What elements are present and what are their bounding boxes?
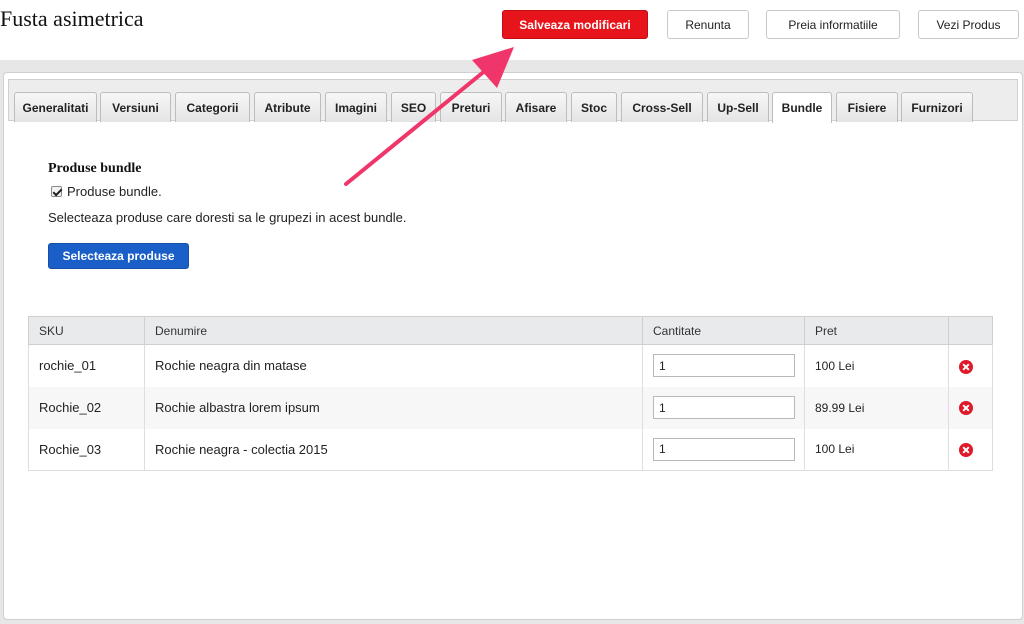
row-qty-cell (642, 386, 805, 429)
bundle-checkbox-row: Produse bundle. (51, 183, 162, 199)
tab-up-sell[interactable]: Up-Sell (707, 92, 769, 122)
table-row: rochie_01 Rochie neagra din matase 100 L… (28, 344, 993, 387)
tab-atribute[interactable]: Atribute (254, 92, 321, 122)
column-header-pret: Pret (804, 316, 949, 345)
quantity-input[interactable] (653, 437, 795, 461)
select-products-button[interactable]: Selecteaza produse (48, 243, 189, 269)
row-remove-cell (948, 428, 993, 471)
row-name: Rochie neagra - colectia 2015 (144, 428, 643, 471)
row-sku: Rochie_02 (28, 386, 145, 429)
bundle-products-table: SKU Denumire Cantitate Pret rochie_01 Ro… (28, 316, 993, 471)
tab-versiuni[interactable]: Versiuni (100, 92, 171, 122)
row-price: 100 Lei (804, 344, 949, 387)
tab-generalitati[interactable]: Generalitati (14, 92, 97, 122)
table-row: Rochie_03 Rochie neagra - colectia 2015 … (28, 428, 993, 471)
table-header-row: SKU Denumire Cantitate Pret (28, 316, 993, 345)
view-product-button[interactable]: Vezi Produs (918, 10, 1019, 39)
tab-seo[interactable]: SEO (391, 92, 436, 122)
bundle-checkbox[interactable] (51, 185, 62, 197)
instruction-text: Selecteaza produse care doresti sa le gr… (48, 210, 407, 225)
column-header-cantitate: Cantitate (642, 316, 805, 345)
table-row: Rochie_02 Rochie albastra lorem ipsum 89… (28, 386, 993, 429)
quantity-input[interactable] (653, 354, 795, 378)
row-remove-cell (948, 386, 993, 429)
quantity-input[interactable] (653, 396, 795, 419)
column-header-denumire: Denumire (144, 316, 643, 345)
column-header-sku: SKU (28, 316, 145, 345)
page-title: Fusta asimetrica (0, 6, 144, 31)
tab-categorii[interactable]: Categorii (175, 92, 250, 122)
product-editor-panel: Generalitati Versiuni Categorii Atribute… (3, 72, 1023, 620)
row-sku: rochie_01 (28, 344, 145, 387)
row-name: Rochie neagra din matase (144, 344, 643, 387)
row-name: Rochie albastra lorem ipsum (144, 386, 643, 429)
row-price: 89.99 Lei (804, 386, 949, 429)
tab-fisiere[interactable]: Fisiere (836, 92, 898, 122)
row-qty-cell (642, 428, 805, 471)
row-qty-cell (642, 344, 805, 387)
section-heading: Produse bundle (48, 161, 142, 176)
row-remove-cell (948, 344, 993, 387)
tab-imagini[interactable]: Imagini (325, 92, 387, 122)
fetch-info-button[interactable]: Preia informatiile (766, 10, 900, 39)
bundle-checkbox-label: Produse bundle. (67, 183, 162, 199)
tab-cross-sell[interactable]: Cross-Sell (621, 92, 703, 122)
close-circle-icon[interactable] (959, 359, 973, 374)
cancel-button[interactable]: Renunta (667, 10, 749, 39)
tab-furnizori[interactable]: Furnizori (901, 92, 973, 122)
column-header-actions (948, 316, 993, 345)
tab-preturi[interactable]: Preturi (440, 92, 502, 122)
save-button[interactable]: Salveaza modificari (502, 10, 648, 39)
row-price: 100 Lei (804, 428, 949, 471)
row-sku: Rochie_03 (28, 428, 145, 471)
tab-stoc[interactable]: Stoc (571, 92, 617, 122)
tab-bar: Generalitati Versiuni Categorii Atribute… (8, 79, 1018, 123)
tab-afisare[interactable]: Afisare (505, 92, 567, 122)
close-circle-icon[interactable] (959, 443, 973, 458)
close-circle-icon[interactable] (959, 401, 973, 416)
tab-bundle[interactable]: Bundle (772, 92, 832, 123)
